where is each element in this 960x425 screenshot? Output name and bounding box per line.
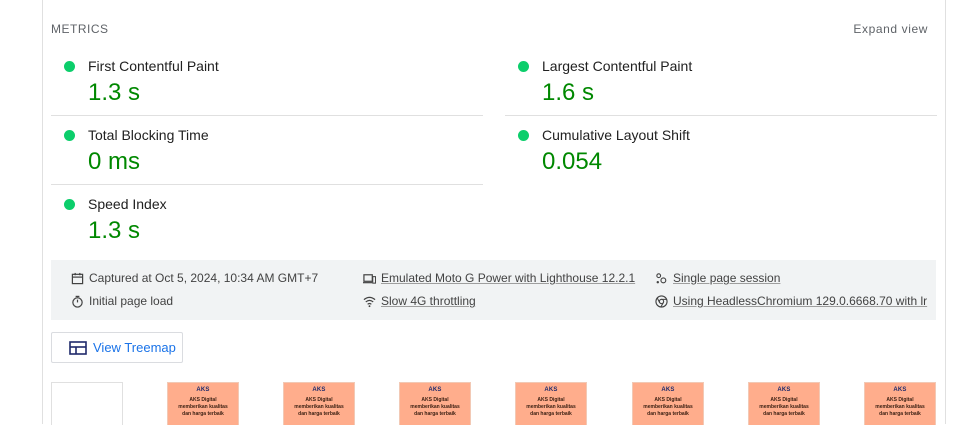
metric-value: 1.3 s (88, 79, 141, 106)
metric-label: Total Blocking Time (88, 127, 209, 143)
filmstrip-frame: AKS AKS Digital memberikan kualitas dan … (864, 382, 936, 425)
filmstrip-frame: AKS AKS Digital memberikan kualitas dan … (632, 382, 704, 425)
calendar-icon (71, 272, 84, 284)
filmstrip-frame: AKS AKS Digital memberikan kualitas dan … (283, 382, 355, 425)
session-text[interactable]: Single page session (673, 271, 780, 285)
view-treemap-label[interactable]: View Treemap (93, 340, 176, 355)
runtime-settings-bar: Captured at Oct 5, 2024, 10:34 AM GMT+7 … (51, 260, 936, 320)
treemap-icon (69, 340, 87, 355)
chrome-icon (655, 294, 668, 308)
frame-line2: memberikan kualitas (875, 404, 925, 410)
frame-line2: memberikan kualitas (759, 404, 809, 410)
pass-status-icon (64, 61, 75, 72)
wifi-icon (363, 296, 376, 307)
emulated-device-info[interactable]: Emulated Moto G Power with Lighthouse 12… (363, 271, 635, 285)
frame-line1: AKS Digital (537, 397, 565, 403)
metric-total-blocking-time: Total Blocking Time 0 ms (51, 115, 483, 184)
metric-first-contentful-paint: First Contentful Paint 1.3 s (51, 47, 483, 115)
frame-line1: AKS Digital (886, 397, 914, 403)
filmstrip-frame-blank (51, 382, 123, 425)
metric-speed-index: Speed Index 1.3 s (51, 184, 483, 253)
metric-value: 0.054 (542, 148, 603, 175)
throttling-info[interactable]: Slow 4G throttling (363, 294, 476, 308)
browser-text[interactable]: Using HeadlessChromium 129.0.6668.70 wit… (673, 294, 927, 308)
frame-logo: AKS (544, 387, 558, 393)
frame-line1: AKS Digital (770, 397, 798, 403)
frame-line2: memberikan kualitas (643, 404, 693, 410)
devices-icon (363, 273, 376, 284)
frame-line3: dan harga terbaik (182, 411, 224, 417)
metric-label: Largest Contentful Paint (542, 58, 693, 74)
initial-page-load-text: Initial page load (89, 294, 174, 308)
filmstrip-frame: AKS AKS Digital memberikan kualitas dan … (748, 382, 820, 425)
frame-line3: dan harga terbaik (647, 411, 689, 417)
filmstrip-frame: AKS AKS Digital memberikan kualitas dan … (399, 382, 471, 425)
captured-at-info: Captured at Oct 5, 2024, 10:34 AM GMT+7 (71, 271, 318, 285)
throttling-text[interactable]: Slow 4G throttling (381, 294, 476, 308)
pass-status-icon (64, 199, 75, 210)
metric-label: Cumulative Layout Shift (542, 127, 690, 143)
frame-logo: AKS (312, 387, 326, 393)
metric-value: 1.6 s (542, 79, 595, 106)
frame-line1: AKS Digital (654, 397, 682, 403)
frame-line3: dan harga terbaik (298, 411, 340, 417)
frame-logo: AKS (428, 387, 442, 393)
captured-at-text: Captured at Oct 5, 2024, 10:34 AM GMT+7 (89, 271, 319, 285)
emulated-device-text[interactable]: Emulated Moto G Power with Lighthouse 12… (381, 271, 635, 285)
frame-line1: AKS Digital (305, 397, 333, 403)
frame-line1: AKS Digital (189, 397, 217, 403)
frame-logo: AKS (196, 387, 210, 393)
frame-line2: memberikan kualitas (294, 404, 344, 410)
expand-view-link[interactable]: Expand view (853, 22, 928, 36)
frame-line2: memberikan kualitas (410, 404, 460, 410)
metric-cumulative-layout-shift: Cumulative Layout Shift 0.054 (505, 115, 937, 184)
frame-line3: dan harga terbaik (879, 411, 921, 417)
metrics-header: METRICS Expand view (51, 22, 936, 38)
timer-icon (72, 295, 83, 308)
session-info[interactable]: Single page session (655, 271, 780, 285)
frame-logo: AKS (777, 387, 791, 393)
metrics-column-left: First Contentful Paint 1.3 s Total Block… (51, 47, 483, 253)
frame-line2: memberikan kualitas (526, 404, 576, 410)
frame-line1: AKS Digital (421, 397, 449, 403)
frame-line2: memberikan kualitas (178, 404, 228, 410)
frame-line3: dan harga terbaik (530, 411, 572, 417)
metric-value: 0 ms (88, 148, 141, 175)
pass-status-icon (518, 61, 529, 72)
filmstrip-frame: AKS AKS Digital memberikan kualitas dan … (167, 382, 239, 425)
frame-logo: AKS (661, 387, 675, 393)
metric-label: Speed Index (88, 196, 167, 212)
metric-label: First Contentful Paint (88, 58, 219, 74)
metrics-column-right: Largest Contentful Paint 1.6 s Cumulativ… (505, 47, 937, 184)
metrics-title: METRICS (51, 22, 109, 36)
metric-value: 1.3 s (88, 217, 141, 244)
pass-status-icon (518, 130, 529, 141)
frame-logo: AKS (893, 387, 907, 393)
pass-status-icon (64, 130, 75, 141)
frame-line3: dan harga terbaik (414, 411, 456, 417)
metric-largest-contentful-paint: Largest Contentful Paint 1.6 s (505, 47, 937, 115)
session-icon (656, 272, 667, 283)
view-treemap-button[interactable]: View Treemap (51, 332, 183, 363)
frame-line3: dan harga terbaik (763, 411, 805, 417)
browser-info[interactable]: Using HeadlessChromium 129.0.6668.70 wit… (655, 294, 927, 308)
initial-page-load-info: Initial page load (71, 294, 173, 308)
filmstrip-frame: AKS AKS Digital memberikan kualitas dan … (515, 382, 587, 425)
